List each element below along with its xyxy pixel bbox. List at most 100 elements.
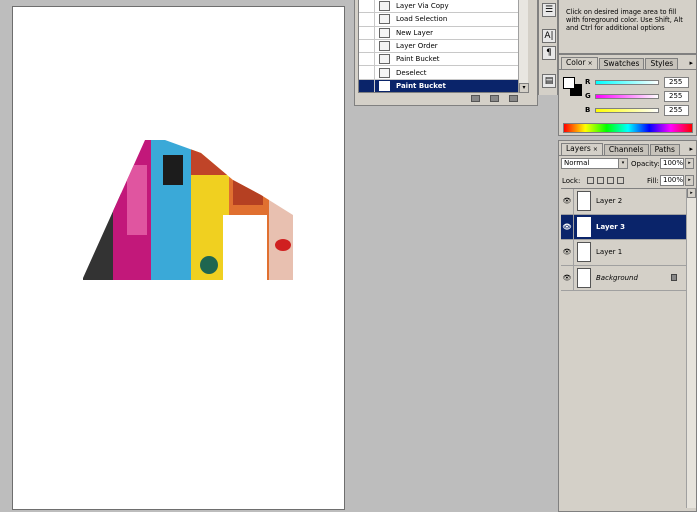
- history-state-icon: [379, 54, 390, 65]
- palette-well-strip: ☰ A| ¶ ▤: [538, 0, 558, 95]
- tab-layers[interactable]: Layers ×: [561, 143, 603, 155]
- character-button[interactable]: A|: [542, 29, 556, 43]
- layer-row[interactable]: 👁 Background: [561, 265, 686, 291]
- tab-swatches[interactable]: Swatches: [598, 58, 645, 69]
- close-icon[interactable]: ×: [593, 146, 598, 153]
- history-state[interactable]: Paint Bucket: [359, 79, 527, 92]
- channel-label: R: [585, 78, 591, 86]
- opacity-label: Opacity:: [631, 160, 660, 168]
- lock-transparency-icon[interactable]: [587, 177, 594, 184]
- tab-channels[interactable]: Channels: [603, 144, 649, 155]
- color-panel-tabs: Color × Swatches Styles ▸: [559, 55, 696, 70]
- new-document-from-state-icon[interactable]: [471, 95, 480, 102]
- visibility-eye-icon[interactable]: 👁: [561, 189, 574, 214]
- visibility-eye-icon[interactable]: 👁: [561, 240, 574, 265]
- history-state[interactable]: Layer Order: [359, 39, 527, 54]
- layers-panel-tabs: Layers × Channels Paths ▸: [559, 141, 696, 156]
- history-state[interactable]: Load Selection: [359, 13, 527, 27]
- channel-g-row: G 255: [585, 91, 695, 103]
- layer-name: Background: [596, 273, 638, 282]
- tab-paths[interactable]: Paths: [649, 144, 680, 155]
- tool-hint-panel: Click on desired image area to fill with…: [558, 0, 697, 54]
- history-scrollbar[interactable]: ▾: [518, 0, 529, 93]
- history-source-slot[interactable]: [359, 0, 375, 13]
- paragraph-button[interactable]: ¶: [542, 46, 556, 60]
- history-source-slot[interactable]: [359, 53, 375, 66]
- channel-label: G: [585, 92, 591, 100]
- layer-row[interactable]: 👁 Layer 1: [561, 240, 686, 266]
- blend-mode-select[interactable]: Normal ▾: [561, 158, 628, 169]
- color-panel: Color × Swatches Styles ▸ R 255 G 255 B 255: [558, 54, 697, 136]
- tab-layers-label: Layers: [566, 144, 591, 153]
- fill-slider-button[interactable]: ▸: [685, 175, 694, 186]
- layers-panel: Layers × Channels Paths ▸ Normal ▾ Opacit…: [558, 140, 697, 512]
- history-state[interactable]: Layer Via Copy: [359, 0, 527, 14]
- history-source-slot[interactable]: [359, 13, 375, 26]
- history-source-slot[interactable]: [359, 39, 375, 53]
- opacity-slider-button[interactable]: ▸: [685, 158, 694, 169]
- history-state-icon: [379, 41, 390, 52]
- visibility-eye-icon[interactable]: 👁: [561, 214, 574, 239]
- layer-row[interactable]: 👁 Layer 2: [561, 189, 686, 215]
- channel-value-field[interactable]: 255: [664, 77, 689, 88]
- scroll-down-arrow[interactable]: ▾: [519, 83, 529, 93]
- history-state-label: Paint Bucket: [396, 55, 440, 64]
- history-state-label: Load Selection: [396, 15, 448, 24]
- channel-slider[interactable]: [595, 94, 659, 99]
- layer-list: 👁 Layer 2 👁 Layer 3 👁 Layer 1 👁 Background: [561, 188, 686, 508]
- layers-scrollbar[interactable]: ▸: [686, 188, 696, 508]
- history-source-slot[interactable]: [359, 79, 375, 92]
- fill-field[interactable]: 100%: [660, 175, 684, 186]
- tab-color[interactable]: Color ×: [561, 57, 598, 69]
- layer-name: Layer 2: [596, 197, 623, 206]
- channel-b-row: B 255: [585, 105, 695, 117]
- history-source-slot[interactable]: [359, 66, 375, 79]
- history-state-label: Deselect: [396, 68, 427, 77]
- history-list: Layer Via Copy Load Selection New Layer Lay…: [358, 0, 528, 93]
- layer-row[interactable]: 👁 Layer 3: [561, 214, 686, 240]
- document-canvas[interactable]: [12, 6, 345, 510]
- chevron-down-icon[interactable]: ▾: [618, 159, 627, 168]
- history-footer: [358, 93, 528, 104]
- history-state-icon: [379, 1, 390, 12]
- channel-label: B: [585, 106, 591, 114]
- close-icon[interactable]: ×: [588, 60, 593, 67]
- tab-styles[interactable]: Styles: [645, 58, 679, 69]
- trash-icon[interactable]: [509, 95, 518, 102]
- workspace: Layer Via Copy Load Selection New Layer Lay…: [0, 0, 697, 512]
- visibility-eye-icon[interactable]: 👁: [561, 265, 574, 290]
- lock-label: Lock:: [562, 177, 581, 185]
- history-state[interactable]: Deselect: [359, 66, 527, 80]
- tab-color-label: Color: [566, 58, 586, 67]
- layer-thumbnail: [577, 267, 591, 288]
- history-state-icon: [379, 67, 390, 78]
- history-state-icon: [379, 14, 390, 25]
- layer-thumbnail: [577, 191, 591, 212]
- channel-r-row: R 255: [585, 77, 695, 89]
- history-state-label: New Layer: [396, 28, 434, 37]
- history-state-label: Layer Via Copy: [396, 2, 449, 11]
- panel-menu-icon[interactable]: ▸: [689, 145, 693, 153]
- channel-value-field[interactable]: 255: [664, 105, 689, 116]
- opacity-field[interactable]: 100%: [660, 158, 684, 169]
- lock-all-icon[interactable]: [617, 177, 624, 184]
- channel-slider[interactable]: [595, 80, 659, 85]
- lock-position-icon[interactable]: [607, 177, 614, 184]
- layer-comps-button[interactable]: ▤: [542, 74, 556, 88]
- history-state-icon: [379, 27, 390, 38]
- history-state[interactable]: Paint Bucket: [359, 53, 527, 67]
- color-ramp[interactable]: [563, 123, 693, 133]
- history-state-label: Paint Bucket: [396, 81, 446, 90]
- panel-menu-icon[interactable]: ▸: [689, 59, 693, 67]
- scroll-up-arrow[interactable]: ▸: [687, 188, 696, 198]
- foreground-color-swatch[interactable]: [563, 77, 575, 89]
- history-source-slot[interactable]: [359, 26, 375, 39]
- snapshot-camera-icon[interactable]: [490, 95, 499, 102]
- history-state[interactable]: New Layer: [359, 26, 527, 40]
- lock-pixels-icon[interactable]: [597, 177, 604, 184]
- channel-slider[interactable]: [595, 108, 659, 113]
- tool-hint-text: Click on desired image area to fill with…: [566, 8, 683, 33]
- tool-presets-button[interactable]: ☰: [542, 3, 556, 17]
- lock-options: [587, 177, 624, 184]
- channel-value-field[interactable]: 255: [664, 91, 689, 102]
